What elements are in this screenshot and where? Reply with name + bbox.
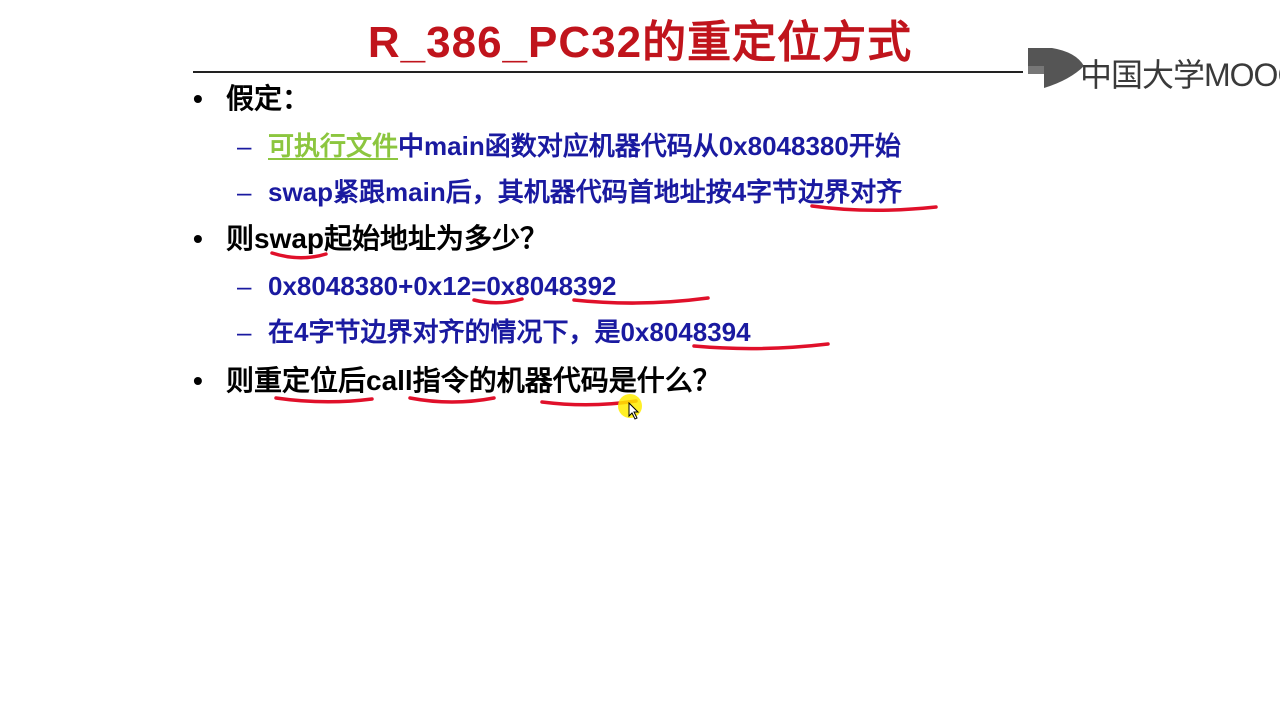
dash-marker: – [237, 317, 252, 347]
dash-marker: – [237, 271, 252, 301]
answer-line-1-text: 0x8048380+0x12=0x8048392 [268, 271, 617, 301]
dash-marker: – [237, 131, 252, 161]
answer-line-2: – 在4字节边界对齐的情况下，是0x8048394 [237, 315, 751, 349]
bullet-assumption: • 假定： [193, 82, 311, 116]
assumption-line-1: – 可执行文件中main函数对应机器代码从0x8048380开始 [237, 129, 901, 163]
bullet-question-call-text: 则重定位后call指令的机器代码是什么？ [226, 365, 721, 396]
bullet-question-swap-address: • 则swap起始地址为多少？ [193, 222, 549, 256]
answer-line-2-text: 在4字节边界对齐的情况下，是0x8048394 [268, 317, 751, 347]
assumption-line-1-text: 中main函数对应机器代码从0x8048380开始 [398, 131, 901, 161]
bullet-question-swap-text: 则swap起始地址为多少？ [226, 223, 549, 254]
mooc-logo: 中国大学MOOC [1026, 44, 1280, 93]
bullet-dot: • [193, 223, 203, 254]
answer-line-1: – 0x8048380+0x12=0x8048392 [237, 269, 617, 303]
assumption-line-2: – swap紧跟main后，其机器代码首地址按4字节边界对齐 [237, 175, 903, 209]
dash-marker: – [237, 177, 252, 207]
underline-relocation [274, 396, 374, 404]
cursor-icon [628, 402, 640, 420]
bullet-dot: • [193, 83, 203, 114]
bullet-dot: • [193, 365, 203, 396]
title-divider [193, 71, 1023, 73]
assumption-line-2-text: swap紧跟main后，其机器代码首地址按4字节边界对齐 [268, 177, 903, 207]
mooc-logo-icon [1028, 48, 1084, 88]
executable-file-highlight: 可执行文件 [268, 131, 399, 161]
bullet-question-call-code: • 则重定位后call指令的机器代码是什么？ [193, 364, 721, 398]
bullet-assumption-text: 假定： [226, 83, 311, 114]
mooc-logo-text: 中国大学MOOC [1080, 57, 1280, 93]
underline-call [408, 396, 496, 404]
handwritten-annotations [270, 204, 938, 407]
